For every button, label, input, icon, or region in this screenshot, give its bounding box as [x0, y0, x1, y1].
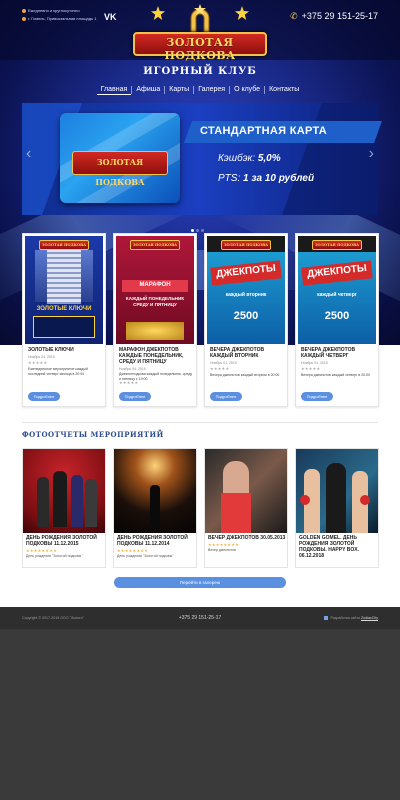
event-card[interactable]: ЗОЛОТАЯ ПОДКОВА МАРАФОН КАЖДЫЙ ПОНЕДЕЛЬН… [113, 233, 197, 407]
gallery-item[interactable]: ДЕНЬ РОЖДЕНИЯ ЗОЛОТОЙ ПОДКОВЫ 11.12.2014… [113, 448, 197, 568]
page: Ежедневно и круглосуточно г. Гомель, При… [0, 0, 400, 800]
gallery-photo [205, 449, 287, 533]
horseshoe-icon [190, 4, 210, 33]
slide-pts: PTS: 1 за 10 рублей [218, 173, 315, 184]
event-title: ЗОЛОТЫЕ КЛЮЧИ [28, 347, 74, 353]
event-rating: ★★★★★ [28, 360, 48, 365]
event-title: ВЕЧЕРА ДЖЕКПОТОВ КАЖДЫЙ ЧЕТВЕРГ [301, 347, 356, 359]
event-more-button[interactable]: Подробнее [210, 392, 242, 401]
hero-slider: ЗОЛОТАЯ ПОДКОВА СТАНДАРТНАЯ КАРТА Кэшбэк… [22, 103, 383, 215]
event-rating: ★★★★★ [210, 366, 230, 371]
location-pin-icon [22, 16, 26, 21]
slider-dot[interactable] [196, 229, 199, 232]
footer-developer: Разработка сайта ZodiacCity [324, 616, 378, 621]
event-date: Ноябрь 01, 2019 [210, 361, 237, 365]
gallery-item[interactable]: GOLDEN GOMEL. ДЕНЬ РОЖДЕНИЯ ЗОЛОТОЙ ПОДК… [295, 448, 379, 568]
nav-item-events[interactable]: Афиша [131, 86, 164, 94]
event-more-button[interactable]: Подробнее [301, 392, 333, 401]
event-rating: ★★★★★ [301, 366, 321, 371]
gallery-item-description: День рождения "Золотой подковы" [117, 554, 174, 558]
event-rating: ★★★★★ [119, 380, 139, 385]
slide-title: СТАНДАРТНАЯ КАРТА [200, 125, 328, 137]
slider-dot[interactable] [201, 229, 204, 232]
event-title: МАРАФОН ДЖЕКПОТОВ КАЖДЫЕ ПОНЕДЕЛЬНИК, СР… [119, 347, 184, 365]
footer: Copyright © 2017-2019 ООО "Золото" +375 … [0, 607, 400, 800]
event-poster: ЗОЛОТАЯ ПОДКОВА ДЖЕКПОТЫ каждый четверг … [298, 236, 376, 344]
standard-card-image: ЗОЛОТАЯ ПОДКОВА [60, 113, 180, 203]
nav-item-contacts[interactable]: Контакты [264, 86, 303, 94]
info-address: г. Гомель, Привокзальная площадь 1 [22, 16, 96, 21]
event-poster: ЗОЛОТАЯ ПОДКОВА ДЖЕКПОТЫ каждый вторник … [207, 236, 285, 344]
gallery-photo [296, 449, 378, 533]
developer-logo-icon [324, 616, 329, 621]
event-more-button[interactable]: Подробнее [119, 392, 151, 401]
header-phone[interactable]: ✆ +375 29 151-25-17 [290, 11, 378, 22]
event-poster: ЗОЛОТАЯ ПОДКОВА ЗОЛОТЫЕ КЛЮЧИ [25, 236, 103, 344]
event-title: ВЕЧЕРА ДЖЕКПОТОВ КАЖДЫЙ ВТОРНИК [210, 347, 265, 359]
slider-next-arrow-icon[interactable]: › [369, 145, 374, 163]
go-to-gallery-button[interactable]: Перейти в галерею [114, 577, 286, 588]
logo-text: ЗОЛОТАЯ ПОДКОВА [164, 36, 236, 62]
gallery-item[interactable]: ДЕНЬ РОЖДЕНИЯ ЗОЛОТОЙ ПОДКОВЫ 11.12.2015… [22, 448, 106, 568]
gallery-item-title: GOLDEN GOMEL. ДЕНЬ РОЖДЕНИЯ ЗОЛОТОЙ ПОДК… [299, 535, 359, 559]
club-title: ИГОРНЫЙ КЛУБ [143, 66, 257, 77]
event-card[interactable]: ЗОЛОТАЯ ПОДКОВА ДЖЕКПОТЫ каждый вторник … [204, 233, 288, 407]
footer-bar: Copyright © 2017-2019 ООО "Золото" +375 … [0, 607, 400, 629]
clock-icon [22, 8, 26, 13]
star-icon [151, 6, 165, 20]
gallery-item-title: ВЕЧЕР ДЖЕКПОТОВ 30.05.2013 [208, 535, 286, 541]
gallery-item-rating: ★★★★★★★★ [26, 548, 58, 553]
star-icon [235, 6, 249, 20]
slider-dot[interactable] [191, 229, 194, 232]
card-logo: ЗОЛОТАЯ ПОДКОВА [72, 151, 168, 187]
event-date: Ноябрь 01, 2019 [301, 361, 328, 365]
slider-prev-arrow-icon[interactable]: ‹ [26, 145, 31, 163]
gallery-item-title: ДЕНЬ РОЖДЕНИЯ ЗОЛОТОЙ ПОДКОВЫ 11.12.2015 [26, 535, 97, 547]
site-logo[interactable]: ЗОЛОТАЯ ПОДКОВА [133, 2, 267, 62]
building-image [47, 244, 81, 304]
event-card[interactable]: ЗОЛОТАЯ ПОДКОВА ЗОЛОТЫЕ КЛЮЧИ ЗОЛОТЫЕ КЛ… [22, 233, 106, 407]
vk-icon[interactable]: VK [104, 12, 117, 22]
info-hours: Ежедневно и круглосуточно [22, 8, 80, 13]
gallery-section-title: ФОТООТЧЕТЫ МЕРОПРИЯТИЙ [22, 430, 164, 439]
main-nav: Главная Афиша Карты Галерея О клубе Контакты [0, 86, 400, 98]
event-date: Ноябрь 04, 2019 [28, 355, 55, 359]
event-description: Еженедельное мероприятие каждый последни… [28, 367, 88, 376]
gallery-item-description: Вечер джекпотов [208, 548, 236, 552]
phone-icon: ✆ [290, 11, 298, 21]
gallery-item-description: День рождения "Золотой подковы" [26, 554, 83, 558]
event-date: Ноябрь 04, 2019 [119, 367, 146, 371]
coins-image [126, 322, 184, 340]
gallery-item[interactable]: ВЕЧЕР ДЖЕКПОТОВ 30.05.2013 ★★★★★★★★ Вече… [204, 448, 288, 568]
event-poster: ЗОЛОТАЯ ПОДКОВА МАРАФОН КАЖДЫЙ ПОНЕДЕЛЬН… [116, 236, 194, 344]
developer-link[interactable]: ZodiacCity [361, 616, 378, 620]
nav-item-about[interactable]: О клубе [229, 86, 264, 94]
gallery-photo [114, 449, 196, 533]
event-card[interactable]: ЗОЛОТАЯ ПОДКОВА ДЖЕКПОТЫ каждый четверг … [295, 233, 379, 407]
slide-cashback: Кэшбэк: 5,0% [218, 153, 281, 164]
event-description: Вечера джекпотов каждый четверг в 20:00 [301, 373, 370, 377]
section-divider [22, 422, 378, 423]
event-description: Вечера джекпотов каждый вторник в 20:00 [210, 373, 280, 377]
nav-item-home[interactable]: Главная [96, 86, 132, 95]
nav-item-cards[interactable]: Карты [164, 86, 193, 94]
slider-dots [191, 219, 206, 232]
event-more-button[interactable]: Подробнее [28, 392, 60, 401]
gallery-item-title: ДЕНЬ РОЖДЕНИЯ ЗОЛОТОЙ ПОДКОВЫ 11.12.2014 [117, 535, 188, 547]
nav-item-gallery[interactable]: Галерея [193, 86, 229, 94]
gallery-item-rating: ★★★★★★★★ [117, 548, 149, 553]
gallery-photo [23, 449, 105, 533]
gallery-item-rating: ★★★★★★★★ [208, 542, 240, 547]
